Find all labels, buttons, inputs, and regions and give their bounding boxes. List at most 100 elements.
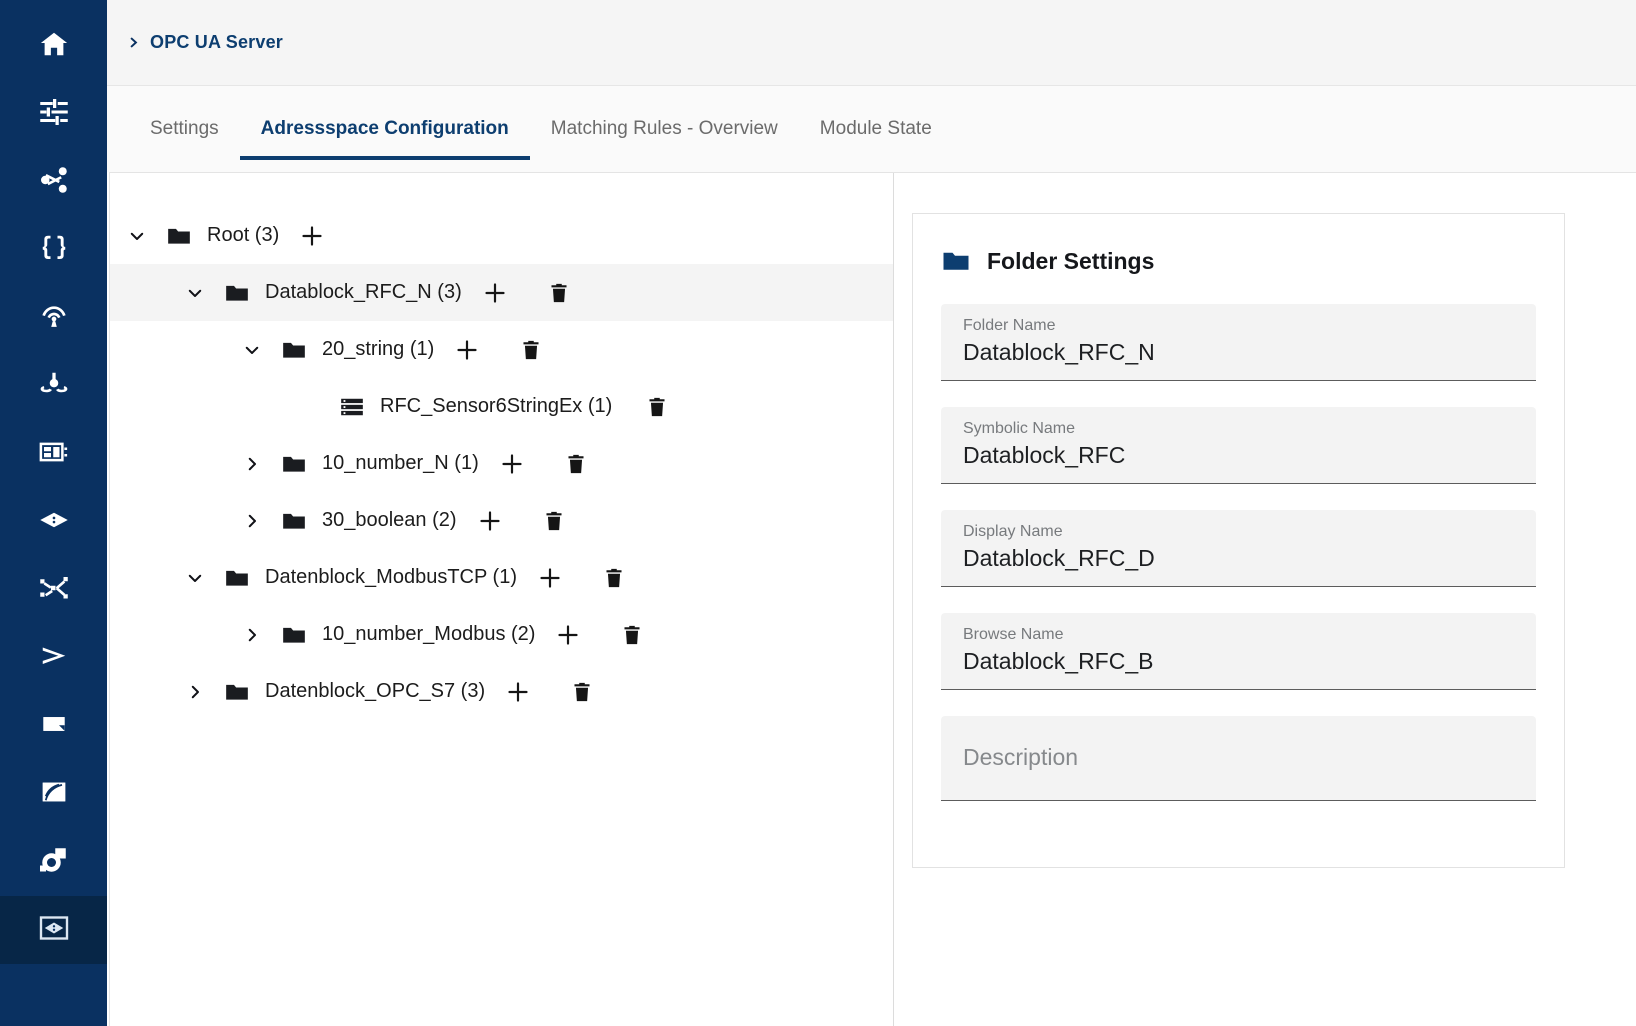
sidebar-item-opcua[interactable] — [0, 488, 107, 556]
tab-module-state[interactable]: Module State — [799, 86, 953, 172]
tab-adressspace-configuration[interactable]: Adressspace Configuration — [239, 86, 530, 172]
left-icon-rail — [0, 0, 107, 1026]
folder-icon — [279, 449, 309, 479]
chevron-down-icon[interactable] — [122, 221, 152, 251]
add-node-button[interactable] — [493, 445, 531, 483]
add-node-button[interactable] — [293, 217, 331, 255]
description-field[interactable]: Description — [941, 716, 1536, 801]
delete-node-button[interactable] — [563, 673, 601, 711]
tree-row[interactable]: 30_boolean (2) — [110, 492, 893, 549]
chevron-down-icon[interactable] — [237, 335, 267, 365]
symbolic-name-field[interactable]: Symbolic Name Datablock_RFC — [941, 407, 1536, 484]
tab-matching-rules-overview[interactable]: Matching Rules - Overview — [530, 86, 799, 172]
browse-name-label: Browse Name — [963, 626, 1064, 643]
folder-name-value: Datablock_RFC_N — [963, 339, 1155, 365]
display-name-field[interactable]: Display Name Datablock_RFC_D — [941, 510, 1536, 587]
delete-node-button[interactable] — [557, 445, 595, 483]
content-panel: Root (3) Datablock_RFC_N (3) 20_string (… — [109, 172, 1636, 1026]
sidebar-item-settings[interactable] — [0, 80, 107, 148]
delete-node-button[interactable] — [512, 331, 550, 369]
sidebar-item-hub[interactable] — [0, 352, 107, 420]
tree-row[interactable]: Datenblock_ModbusTCP (1) — [110, 549, 893, 606]
sidebar-item-files[interactable] — [0, 692, 107, 760]
delete-node-button[interactable] — [613, 616, 651, 654]
folder-icon — [222, 278, 252, 308]
chevron-right-large-icon — [39, 641, 69, 676]
tree-row[interactable]: 20_string (1) — [110, 321, 893, 378]
connector-icon — [39, 845, 69, 880]
delete-node-button[interactable] — [638, 388, 676, 426]
symbolic-name-label: Symbolic Name — [963, 420, 1076, 437]
folder-icon — [279, 335, 309, 365]
tree-row[interactable]: Datablock_RFC_N (3) — [110, 264, 893, 321]
sidebar-item-opcua-server[interactable] — [0, 896, 107, 964]
tree-node-label: Datenblock_OPC_S7 (3) — [265, 680, 486, 702]
tree-node-label: Datenblock_ModbusTCP (1) — [265, 566, 517, 588]
sliders-icon — [39, 97, 69, 132]
sidebar-item-signals[interactable] — [0, 760, 107, 828]
tree-row[interactable]: 10_number_Modbus (2) — [110, 606, 893, 663]
tree-node-label: 10_number_N (1) — [322, 452, 479, 474]
chevron-right-icon[interactable] — [237, 506, 267, 536]
add-node-button[interactable] — [499, 673, 537, 711]
tree-node-label: RFC_Sensor6StringEx (1) — [380, 395, 613, 417]
chevron-right-icon[interactable] — [237, 620, 267, 650]
chevron-right-icon[interactable] — [237, 449, 267, 479]
description-placeholder: Description — [963, 744, 1079, 770]
folder-settings-card: Folder Settings Folder Name Datablock_RF… — [912, 213, 1565, 868]
sidebar-item-share[interactable] — [0, 148, 107, 216]
share-nodes-icon — [39, 165, 69, 200]
folder-icon — [279, 620, 309, 650]
tab-bar: Settings Adressspace Configuration Match… — [107, 86, 1636, 172]
folder-name-field[interactable]: Folder Name Datablock_RFC_N — [941, 304, 1536, 381]
display-name-value: Datablock_RFC_D — [963, 545, 1155, 571]
symbolic-name-value: Datablock_RFC — [963, 442, 1126, 468]
add-node-button[interactable] — [471, 502, 509, 540]
sidebar-item-broadcast[interactable] — [0, 284, 107, 352]
app-root: OPC UA Server Settings Adressspace Confi… — [0, 0, 1636, 1026]
braces-icon — [39, 233, 69, 268]
sidebar-item-device[interactable] — [0, 420, 107, 488]
sidebar-item-home[interactable] — [0, 12, 107, 80]
variable-icon — [337, 392, 367, 422]
browse-name-value: Datablock_RFC_B — [963, 648, 1154, 674]
add-node-button[interactable] — [476, 274, 514, 312]
sidebar-item-console[interactable] — [0, 624, 107, 692]
tab-settings[interactable]: Settings — [129, 86, 240, 172]
add-node-button[interactable] — [549, 616, 587, 654]
device-icon — [39, 437, 69, 472]
browse-name-field[interactable]: Browse Name Datablock_RFC_B — [941, 613, 1536, 690]
sidebar-item-routing[interactable] — [0, 556, 107, 624]
folder-icon — [941, 246, 971, 276]
breadcrumb-label: OPC UA Server — [150, 32, 283, 52]
tree-node-label: 10_number_Modbus (2) — [322, 623, 536, 645]
chevron-down-icon[interactable] — [180, 563, 210, 593]
folder-settings-header: Folder Settings — [941, 246, 1536, 276]
addressspace-tree: Root (3) Datablock_RFC_N (3) 20_string (… — [110, 173, 894, 1026]
main-column: OPC UA Server Settings Adressspace Confi… — [107, 0, 1636, 1026]
add-node-button[interactable] — [531, 559, 569, 597]
tree-node-label: Root (3) — [207, 224, 280, 246]
add-node-button[interactable] — [448, 331, 486, 369]
topbar: OPC UA Server — [107, 0, 1636, 86]
folder-icon — [222, 563, 252, 593]
sidebar-item-json[interactable] — [0, 216, 107, 284]
folder-settings-pane: Folder Settings Folder Name Datablock_RF… — [894, 173, 1636, 1026]
tree-row[interactable]: RFC_Sensor6StringEx (1) — [110, 378, 893, 435]
chevron-down-icon[interactable] — [180, 278, 210, 308]
chevron-right-icon[interactable] — [180, 677, 210, 707]
sidebar-item-connector[interactable] — [0, 828, 107, 896]
hub-icon — [39, 369, 69, 404]
tree-row[interactable]: Root (3) — [110, 207, 893, 264]
breadcrumb[interactable]: OPC UA Server — [127, 32, 283, 53]
delete-node-button[interactable] — [595, 559, 633, 597]
folder-settings-title: Folder Settings — [987, 247, 1155, 274]
tree-row[interactable]: Datenblock_OPC_S7 (3) — [110, 663, 893, 720]
folder-name-label: Folder Name — [963, 317, 1056, 334]
framed-diamond-icon — [39, 913, 69, 948]
tree-row[interactable]: 10_number_N (1) — [110, 435, 893, 492]
file-icon — [39, 709, 69, 744]
delete-node-button[interactable] — [535, 502, 573, 540]
tree-node-label: Datablock_RFC_N (3) — [265, 281, 462, 303]
delete-node-button[interactable] — [540, 274, 578, 312]
